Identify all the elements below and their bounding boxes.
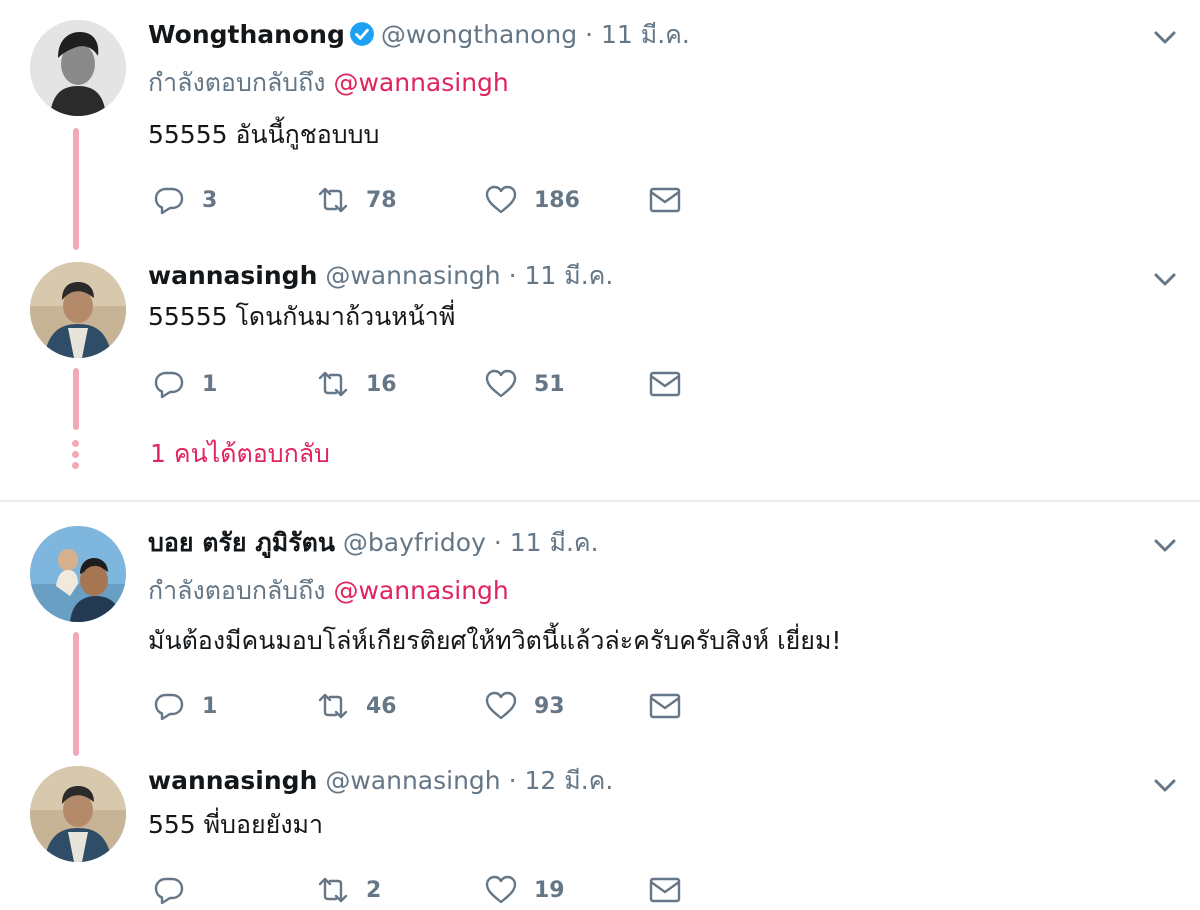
show-more-replies-link[interactable]: 1 คนได้ตอบกลับ xyxy=(150,437,330,471)
envelope-icon xyxy=(649,877,681,903)
avatar[interactable] xyxy=(30,262,126,358)
retweet-count: 16 xyxy=(366,371,397,397)
like-count: 93 xyxy=(534,693,565,719)
chevron-down-icon[interactable] xyxy=(1150,264,1180,294)
direct-message-button[interactable] xyxy=(648,180,682,220)
chevron-down-icon[interactable] xyxy=(1150,530,1180,560)
reply-count: 3 xyxy=(202,187,218,213)
reply-icon xyxy=(154,877,184,905)
reply-button[interactable] xyxy=(152,870,202,910)
user-handle[interactable]: @wannasingh xyxy=(325,261,500,290)
reply-count: 1 xyxy=(202,371,218,397)
tweet[interactable]: บอย ตรัย ภูมิรัตน @bayfridoy · 11 มี.ค. … xyxy=(0,502,1200,756)
chevron-down-icon[interactable] xyxy=(1150,770,1180,800)
separator-dot: · xyxy=(508,261,517,290)
timestamp[interactable]: 11 มี.ค. xyxy=(525,261,614,290)
tweet-actions: 3 78 186 xyxy=(148,180,708,220)
retweet-icon xyxy=(318,877,348,903)
separator-dot: · xyxy=(493,528,502,557)
user-handle[interactable]: @bayfridoy xyxy=(343,528,486,557)
verified-badge-icon xyxy=(349,21,375,47)
like-count: 186 xyxy=(534,187,580,213)
mention-link[interactable]: @wannasingh xyxy=(333,576,508,605)
display-name[interactable]: Wongthanong xyxy=(148,20,345,49)
retweet-count: 46 xyxy=(366,693,397,719)
envelope-icon xyxy=(649,693,681,719)
tweet-text: มันต้องมีคนมอบโล่ห์เกียรติยศให้ทวิตนี้แล… xyxy=(148,626,842,655)
reply-icon xyxy=(154,371,184,399)
like-count: 19 xyxy=(534,877,565,903)
tweet-header: wannasingh @wannasingh · 12 มี.ค. xyxy=(148,764,613,798)
tweet[interactable]: Wongthanong @wongthanong · 11 มี.ค. กำลัง… xyxy=(0,0,1200,250)
timestamp[interactable]: 12 มี.ค. xyxy=(525,766,614,795)
conversation-feed: Wongthanong @wongthanong · 11 มี.ค. กำลัง… xyxy=(0,0,1200,909)
timestamp[interactable]: 11 มี.ค. xyxy=(510,528,599,557)
display-name[interactable]: wannasingh xyxy=(148,766,317,795)
display-name[interactable]: บอย ตรัย ภูมิรัตน xyxy=(148,528,335,557)
like-button[interactable]: 93 xyxy=(484,686,565,726)
mention-link[interactable]: @wannasingh xyxy=(333,68,508,97)
like-button[interactable]: 51 xyxy=(484,364,565,404)
replying-to: กำลังตอบกลับถึง @wannasingh xyxy=(148,66,509,100)
tweet[interactable]: wannasingh @wannasingh · 12 มี.ค. 555 พี… xyxy=(0,754,1200,909)
tweet-text: 55555 โดนกันมาถ้วนหน้าพี่ xyxy=(148,302,456,331)
retweet-icon xyxy=(318,693,348,719)
tweet-text: 555 พี่บอยยังมา xyxy=(148,810,324,839)
reply-icon xyxy=(154,693,184,721)
thread-line xyxy=(73,128,79,250)
retweet-icon xyxy=(318,187,348,213)
like-button[interactable]: 19 xyxy=(484,870,565,910)
separator-dot: · xyxy=(585,20,594,49)
heart-icon xyxy=(485,185,517,214)
replying-to-label: กำลังตอบกลับถึง xyxy=(148,576,326,605)
retweet-button[interactable]: 2 xyxy=(316,870,381,910)
envelope-icon xyxy=(649,371,681,397)
tweet-header: บอย ตรัย ภูมิรัตน @bayfridoy · 11 มี.ค. xyxy=(148,526,599,560)
heart-icon xyxy=(485,691,517,720)
tweet-actions: 1 46 93 xyxy=(148,686,708,726)
reply-button[interactable]: 3 xyxy=(152,180,217,220)
like-count: 51 xyxy=(534,371,565,397)
tweet-header: Wongthanong @wongthanong · 11 มี.ค. xyxy=(148,18,690,52)
direct-message-button[interactable] xyxy=(648,364,682,404)
like-button[interactable]: 186 xyxy=(484,180,580,220)
retweet-button[interactable]: 78 xyxy=(316,180,397,220)
envelope-icon xyxy=(649,187,681,213)
heart-icon xyxy=(485,875,517,904)
retweet-button[interactable]: 16 xyxy=(316,364,397,404)
reply-button[interactable]: 1 xyxy=(152,686,217,726)
chevron-down-icon[interactable] xyxy=(1150,22,1180,52)
retweet-count: 78 xyxy=(366,187,397,213)
direct-message-button[interactable] xyxy=(648,686,682,726)
heart-icon xyxy=(485,369,517,398)
reply-button[interactable]: 1 xyxy=(152,364,217,404)
retweet-icon xyxy=(318,371,348,397)
thread-line xyxy=(73,632,79,756)
reply-count: 1 xyxy=(202,693,218,719)
retweet-count: 2 xyxy=(366,877,382,903)
tweet-actions: 1 16 51 xyxy=(148,364,708,404)
avatar[interactable] xyxy=(30,20,126,116)
retweet-button[interactable]: 46 xyxy=(316,686,397,726)
display-name[interactable]: wannasingh xyxy=(148,261,317,290)
user-handle[interactable]: @wannasingh xyxy=(325,766,500,795)
direct-message-button[interactable] xyxy=(648,870,682,910)
avatar[interactable] xyxy=(30,766,126,862)
thread-continuation-dots xyxy=(72,440,80,473)
tweet-header: wannasingh @wannasingh · 11 มี.ค. xyxy=(148,259,613,293)
replying-to: กำลังตอบกลับถึง @wannasingh xyxy=(148,574,509,608)
separator-dot: · xyxy=(508,766,517,795)
replying-to-label: กำลังตอบกลับถึง xyxy=(148,68,326,97)
avatar[interactable] xyxy=(30,526,126,622)
user-handle[interactable]: @wongthanong xyxy=(381,20,577,49)
thread-line xyxy=(73,368,79,430)
reply-icon xyxy=(154,187,184,215)
timestamp[interactable]: 11 มี.ค. xyxy=(601,20,690,49)
tweet-actions: 2 19 xyxy=(148,870,708,910)
tweet-text: 55555 อันนี้กูชอบบบ xyxy=(148,120,380,149)
